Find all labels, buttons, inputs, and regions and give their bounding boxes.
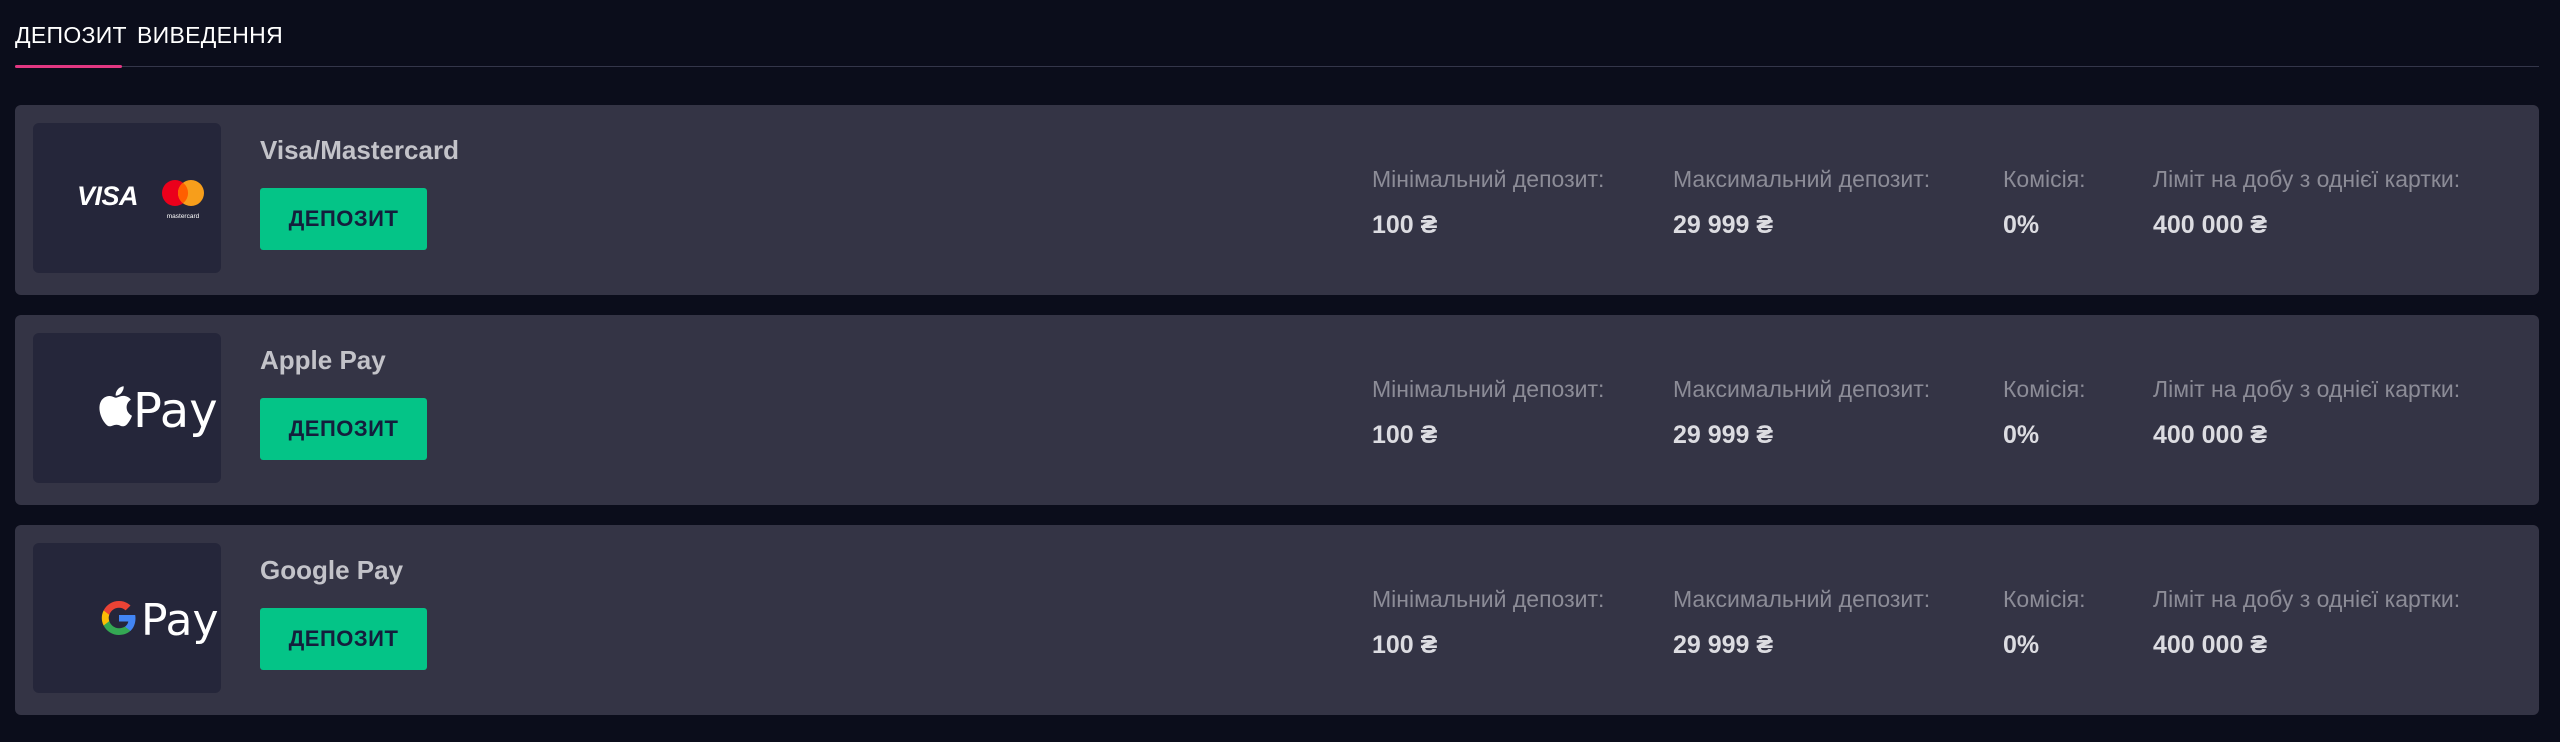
min-deposit-value: 100 ₴ [1372,211,1438,239]
visa-logo-text: VISA [77,181,139,211]
mastercard-logo-text: mastercard [167,213,200,220]
tab-withdraw[interactable]: ВИВЕДЕННЯ [137,18,297,66]
min-deposit: Мінімальний депозит: 100 ₴ [1372,163,1604,241]
daily-limit-value: 400 000 ₴ [2153,631,2267,659]
max-deposit-label: Максимальний депозит: [1673,376,1931,402]
tab-deposit[interactable]: ДЕПОЗИТ [15,18,127,68]
max-deposit: Максимальний депозит: 29 999 ₴ [1673,583,1930,661]
daily-limit: Ліміт на добу з однієї картки: 400 000 ₴ [2153,373,2460,451]
daily-limit: Ліміт на добу з однієї картки: 400 000 ₴ [2153,163,2460,241]
commission: Комісія: 0% [2003,373,2086,451]
commission: Комісія: 0% [2003,163,2086,241]
google-pay-mark: Pay [63,581,219,655]
min-deposit-label: Мінімальний депозит: [1372,586,1605,612]
max-deposit-label: Максимальний депозит: [1673,586,1931,612]
commission-value: 0% [2003,211,2040,239]
method-name: Apple Pay [260,345,386,375]
min-deposit-label: Мінімальний депозит: [1372,166,1605,192]
payment-method-row-google-pay: Pay Google Pay ДЕПОЗИТ Мінімальний депоз… [15,525,2539,715]
min-deposit: Мінімальний депозит: 100 ₴ [1372,583,1604,661]
google-g-icon [101,601,136,635]
min-deposit-label: Мінімальний депозит: [1372,376,1605,402]
max-deposit-label: Максимальний депозит: [1673,166,1931,192]
google-pay-logo: Pay [33,543,221,693]
apple-pay-mark: Pay [63,371,218,445]
daily-limit-label: Ліміт на добу з однієї картки: [2153,376,2461,402]
tab-deposit-label: ДЕПОЗИТ [15,22,127,48]
apple-pay-text: Pay [133,383,218,439]
commission-label: Комісія: [2003,166,2086,192]
daily-limit-value: 400 000 ₴ [2153,421,2267,449]
commission-label: Комісія: [2003,586,2086,612]
daily-limit-label: Ліміт на добу з однієї картки: [2153,586,2461,612]
mastercard-icon: mastercard [162,180,204,220]
min-deposit-value: 100 ₴ [1372,421,1438,449]
payment-tabs: ДЕПОЗИТ ВИВЕДЕННЯ [15,0,2539,68]
commission-label: Комісія: [2003,376,2086,402]
payment-method-row-visa-mastercard: VISA mastercard Visa/Mastercard ДЕПОЗИТ … [15,105,2539,295]
google-pay-text: Pay [141,595,219,646]
tab-withdraw-label: ВИВЕДЕННЯ [137,22,284,48]
daily-limit-label: Ліміт на добу з однієї картки: [2153,166,2461,192]
commission-value: 0% [2003,631,2040,659]
method-name: Visa/Mastercard [260,135,459,165]
deposit-button[interactable]: ДЕПОЗИТ [260,398,427,460]
visa-mastercard-logo: VISA mastercard [33,123,221,273]
max-deposit-value: 29 999 ₴ [1673,421,1774,449]
active-tab-indicator [15,65,122,68]
max-deposit-value: 29 999 ₴ [1673,631,1774,659]
min-deposit-value: 100 ₴ [1372,631,1438,659]
max-deposit: Максимальний депозит: 29 999 ₴ [1673,373,1930,451]
daily-limit-value: 400 000 ₴ [2153,211,2267,239]
apple-icon [99,386,132,427]
deposit-button[interactable]: ДЕПОЗИТ [260,188,427,250]
commission-value: 0% [2003,421,2040,449]
max-deposit-value: 29 999 ₴ [1673,211,1774,239]
apple-pay-logo: Pay [33,333,221,483]
daily-limit: Ліміт на добу з однієї картки: 400 000 ₴ [2153,583,2460,661]
method-name: Google Pay [260,555,404,585]
commission: Комісія: 0% [2003,583,2086,661]
payment-method-row-apple-pay: Pay Apple Pay ДЕПОЗИТ Мінімальний депози… [15,315,2539,505]
deposit-button[interactable]: ДЕПОЗИТ [260,608,427,670]
min-deposit: Мінімальний депозит: 100 ₴ [1372,373,1604,451]
max-deposit: Максимальний депозит: 29 999 ₴ [1673,163,1930,241]
